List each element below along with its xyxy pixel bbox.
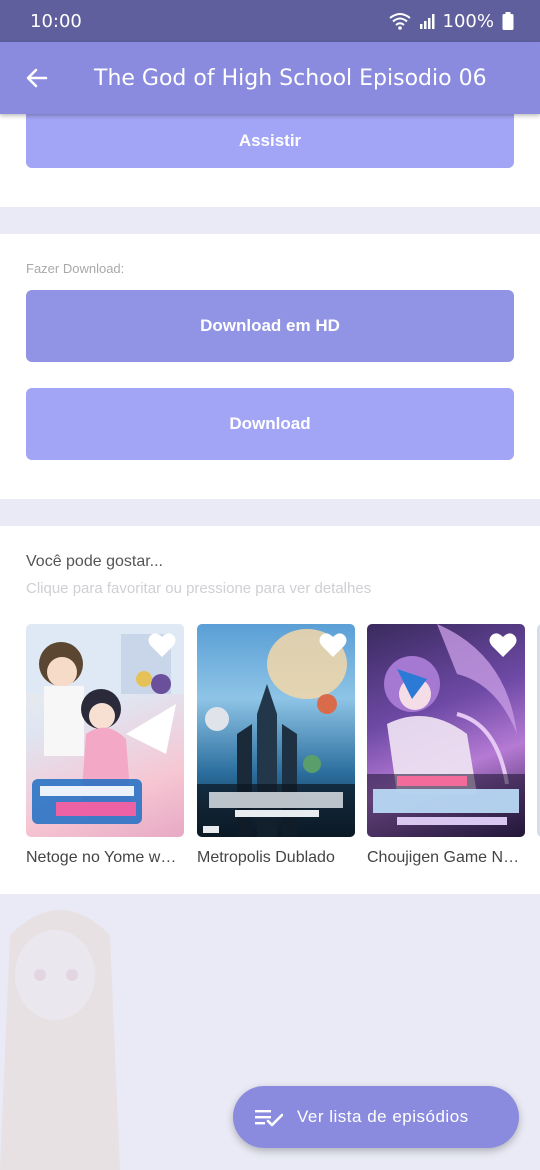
back-button[interactable] (0, 42, 74, 114)
page-title: The God of High School Episodio 06 (94, 65, 487, 91)
status-icons: 100% (388, 10, 514, 32)
heart-icon[interactable] (489, 632, 517, 658)
poster-image (26, 624, 184, 837)
signal-icon (419, 14, 435, 29)
poster-image (367, 624, 525, 837)
episode-list-label: Ver lista de episódios (297, 1107, 469, 1126)
recommendation-item[interactable]: Netoge no Yome wa Onna no Ko ja Nai to O… (26, 624, 184, 867)
status-bar: 10:00 100% (0, 0, 540, 42)
wifi-icon (388, 13, 411, 30)
download-card: Fazer Download: Download em HD Download (0, 234, 540, 499)
recommendation-title: Choujigen Game Neptune The Animation (367, 849, 525, 866)
episode-list-button[interactable]: Ver lista de episódios (233, 1086, 519, 1148)
app-bar: The God of High School Episodio 06 (0, 42, 540, 114)
download-hd-button[interactable]: Download em HD (26, 290, 514, 362)
recommendation-item[interactable]: Choujigen Game Neptune The Animation (367, 624, 525, 867)
recommendations-title: Você pode gostar... (26, 553, 163, 570)
watch-button[interactable]: Assistir (26, 114, 514, 168)
status-time: 10:00 (30, 10, 82, 32)
recommendations-subtitle: Clique para favoritar ou pressione para … (26, 580, 372, 597)
back-arrow-icon (26, 68, 48, 88)
watch-card: Assistir (0, 114, 540, 207)
recommendation-title: Metropolis Dublado (197, 849, 335, 866)
background-art (0, 910, 120, 1170)
recommendations-carousel[interactable]: Netoge no Yome wa Onna no Ko ja Nai to O… (26, 624, 540, 884)
recommendation-title: Netoge no Yome wa Onna no Ko ja Nai to O… (26, 849, 184, 866)
recommendations-card: Você pode gostar... Clique para favorita… (0, 526, 540, 894)
download-section-label: Fazer Download: (26, 261, 125, 276)
heart-icon[interactable] (319, 632, 347, 658)
recommendation-item[interactable]: Metropolis Dublado (197, 624, 355, 867)
poster-image (197, 624, 355, 837)
battery-icon (502, 12, 514, 30)
battery-percent: 100% (442, 10, 494, 32)
download-button[interactable]: Download (26, 388, 514, 460)
playlist-check-icon (255, 1110, 283, 1127)
heart-icon[interactable] (148, 632, 176, 658)
